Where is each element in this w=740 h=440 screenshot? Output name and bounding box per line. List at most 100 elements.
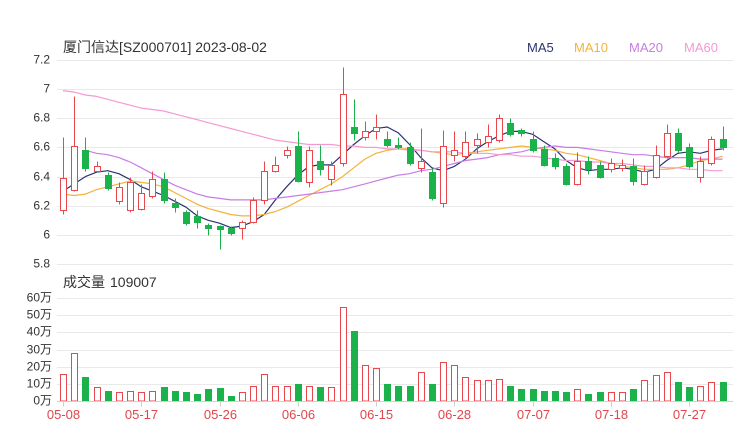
candle-down: [630, 158, 637, 186]
volume-bar-down: [317, 387, 324, 402]
candle-body: [295, 146, 302, 182]
volume-bar-up: [60, 374, 67, 402]
volume-bar-up: [328, 387, 335, 402]
candle-up: [149, 171, 156, 199]
price-tick-label: 6: [43, 228, 50, 242]
candle-up: [462, 131, 469, 160]
candle-down: [585, 156, 592, 175]
candle-up: [306, 146, 313, 188]
candle-body: [597, 165, 604, 178]
volume-tick-label: 40万: [27, 325, 52, 339]
volume-bar-up: [272, 386, 279, 402]
volume-bar-down: [205, 389, 212, 402]
candle-body: [507, 123, 514, 135]
candle-down: [518, 128, 525, 137]
ma60-line: [62, 90, 723, 172]
candle-body: [306, 150, 313, 183]
volume-bar-up: [664, 372, 671, 402]
date-tick-label: 06-28: [438, 407, 471, 422]
candle-body: [418, 161, 425, 169]
candlesticks: [60, 67, 727, 250]
candle-body: [686, 147, 693, 167]
candle-up: [261, 161, 268, 205]
volume-bar-down: [518, 389, 525, 402]
price-axis-labels: 7.2 7 6.8 6.6 6.4 6.2 6 5.8: [33, 53, 50, 271]
date-tick-label: 05-08: [47, 407, 80, 422]
volume-bar-down: [105, 391, 112, 402]
candle-up: [362, 121, 369, 141]
candle-up: [340, 67, 347, 167]
candle-body: [496, 118, 503, 141]
candle-down: [228, 226, 235, 236]
candle-body: [127, 182, 134, 211]
volume-bar-down: [507, 386, 514, 402]
candle-body: [541, 149, 548, 166]
candle-down: [351, 99, 358, 141]
candle-up: [127, 177, 134, 213]
candle-down: [675, 128, 682, 153]
date-tick-label: 07-07: [517, 407, 550, 422]
volume-axis-labels: 60万 50万 40万 30万 20万 10万 0万: [27, 291, 52, 408]
volume-latest-value: 109007: [110, 274, 157, 290]
candle-up: [138, 184, 145, 211]
candle-down: [384, 131, 391, 148]
volume-bar-down: [407, 386, 414, 402]
kline-chart: 厦门信达[SZ000701] 2023-08-02 MA5 MA10 MA20 …: [27, 39, 733, 422]
volume-tick-label: 0万: [33, 394, 52, 408]
volume-bar-up: [261, 374, 268, 402]
volume-bar-down: [295, 384, 302, 402]
volume-tick-label: 10万: [27, 377, 52, 391]
candle-body: [94, 166, 101, 172]
candle-down: [530, 131, 537, 153]
price-gridlines: [57, 60, 733, 265]
candle-body: [708, 139, 715, 164]
candle-body: [518, 130, 525, 134]
volume-bar-down: [351, 331, 358, 402]
candle-body: [172, 203, 179, 208]
candle-down: [183, 210, 190, 226]
candle-down: [82, 137, 89, 172]
candle-up: [94, 161, 101, 173]
candle-body: [574, 161, 581, 185]
candle-body: [205, 225, 212, 229]
candle-down: [217, 225, 224, 250]
volume-bar-down: [585, 394, 592, 402]
candle-body: [552, 158, 559, 167]
moving-average-lines: [62, 90, 723, 229]
date-tick-label: 06-06: [282, 407, 315, 422]
candle-up: [116, 182, 123, 205]
candle-body: [608, 163, 615, 170]
volume-tick-label: 50万: [27, 308, 52, 322]
volume-bar-down: [172, 391, 179, 402]
candle-body: [653, 155, 660, 178]
candle-body: [340, 94, 347, 164]
volume-tick-label: 30万: [27, 343, 52, 357]
candle-body: [585, 161, 592, 170]
price-tick-label: 7: [43, 82, 50, 96]
volume-bar-down: [597, 392, 604, 402]
date-tick-label: 07-27: [673, 407, 706, 422]
volume-bar-up: [653, 375, 660, 402]
volume-bar-down: [429, 384, 436, 402]
volume-bar-up: [284, 386, 291, 402]
candle-body: [328, 165, 335, 180]
candle-up: [272, 156, 279, 173]
volume-bar-down: [720, 382, 727, 402]
candle-up: [608, 158, 615, 173]
candle-body: [60, 178, 67, 211]
candle-body: [675, 133, 682, 151]
candle-body: [284, 150, 291, 156]
candle-body: [395, 145, 402, 148]
volume-bar-up: [697, 386, 704, 402]
candle-body: [451, 150, 458, 156]
volume-bar-up: [708, 382, 715, 402]
candle-body: [138, 193, 145, 210]
volume-tick-label: 20万: [27, 360, 52, 374]
volume-bar-down: [395, 386, 402, 402]
legend-ma5: MA5: [527, 40, 554, 55]
candle-up: [708, 136, 715, 166]
volume-bar-down: [530, 389, 537, 402]
candle-body: [261, 171, 268, 201]
volume-bar-down: [552, 391, 559, 402]
volume-bar-up: [149, 391, 156, 402]
